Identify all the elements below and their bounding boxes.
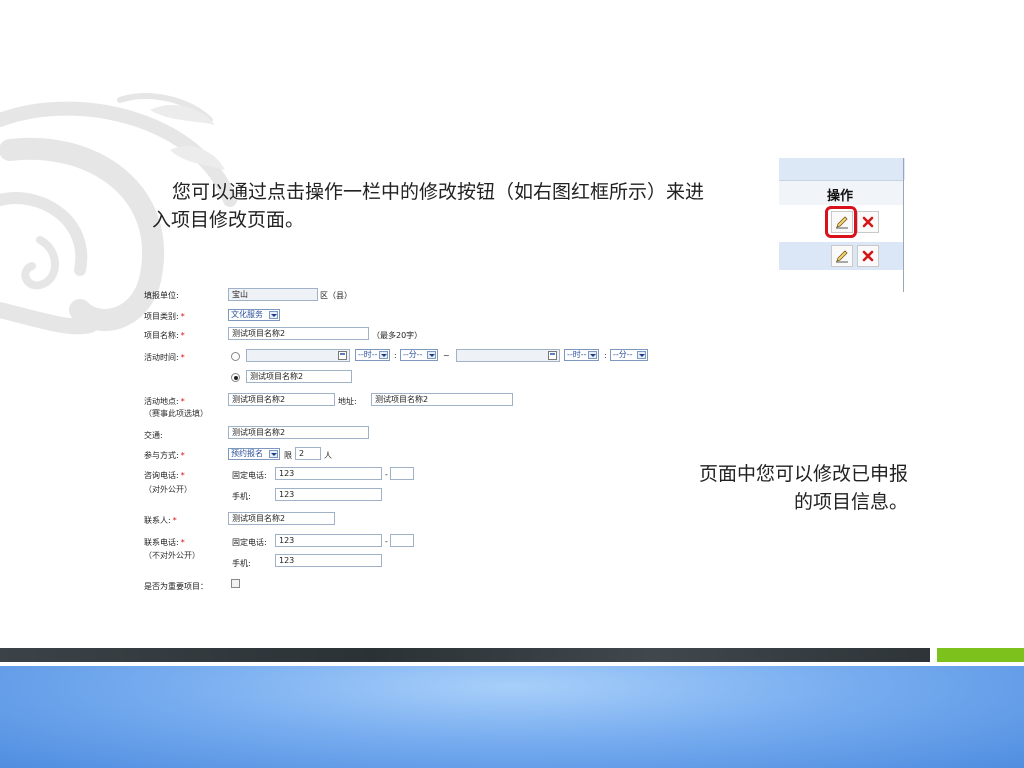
start-hour-select[interactable]: --时--	[355, 349, 390, 361]
red-highlight-frame	[825, 206, 857, 238]
consult-phone-label: 咨询电话: *	[144, 471, 185, 480]
location-note: （赛事此项选填）	[144, 409, 208, 418]
project-name-hint: （最多20字）	[372, 331, 423, 340]
consult-dash: -	[385, 470, 388, 479]
contact-fixed-label: 固定电话:	[232, 538, 267, 547]
operations-column-screenshot: 操作	[779, 158, 905, 292]
contact-mobile-input[interactable]: 123	[275, 554, 382, 567]
chevron-down-icon	[269, 311, 278, 319]
footer-dark-band	[0, 648, 930, 662]
activity-time-label: 活动时间: *	[144, 353, 185, 362]
traffic-input[interactable]: 测试项目名称2	[228, 426, 369, 439]
chevron-down-icon	[269, 450, 278, 458]
start-minute-select[interactable]: --分--	[400, 349, 438, 361]
time-radio-range[interactable]	[231, 352, 240, 361]
join-method-select[interactable]: 预约报名	[228, 448, 280, 460]
contact-phone-note: （不对外公开）	[144, 551, 200, 560]
time-colon: :	[604, 351, 607, 360]
consult-ext-input[interactable]	[390, 467, 414, 480]
column-divider	[903, 158, 904, 292]
project-name-label: 项目名称: *	[144, 331, 185, 340]
operations-header-cell: 操作	[779, 180, 903, 206]
location-label: 活动地点: *	[144, 397, 185, 406]
footer-green-band	[937, 648, 1024, 662]
contact-dash: -	[385, 537, 388, 546]
end-date-input[interactable]	[456, 349, 560, 362]
address-input[interactable]: 测试项目名称2	[371, 393, 513, 406]
calendar-icon[interactable]	[338, 351, 347, 360]
unit-suffix: 区（县）	[320, 291, 352, 300]
contact-fixed-input[interactable]: 123	[275, 534, 382, 547]
chevron-down-icon	[427, 351, 436, 359]
limit-label: 限	[284, 451, 292, 460]
operations-header: 操作	[827, 189, 854, 204]
chevron-down-icon	[588, 351, 597, 359]
intro-text: 您可以通过点击操作一栏中的修改按钮（如右图红框所示）来进入项目修改页面。	[152, 181, 705, 231]
limit-input[interactable]: 2	[295, 447, 321, 460]
time-colon: :	[394, 351, 397, 360]
end-hour-select[interactable]: --时--	[564, 349, 599, 361]
time-radio-text[interactable]	[231, 373, 240, 382]
chevron-down-icon	[379, 351, 388, 359]
contact-mobile-label: 手机:	[232, 559, 251, 568]
calendar-icon[interactable]	[548, 351, 557, 360]
unit-label: 填报单位:	[144, 291, 179, 300]
side-note-text: 页面中您可以修改已申报的项目信息。	[698, 463, 908, 513]
pencil-edit-icon[interactable]	[831, 245, 853, 267]
category-label: 项目类别: *	[144, 312, 185, 321]
location-input[interactable]: 测试项目名称2	[228, 393, 335, 406]
address-label: 地址:	[338, 397, 357, 406]
red-x-delete-icon[interactable]	[857, 245, 879, 267]
traffic-label: 交通:	[144, 431, 163, 440]
contact-ext-input[interactable]	[390, 534, 414, 547]
contact-label: 联系人: *	[144, 516, 177, 525]
footer-blue-panel	[0, 666, 1024, 768]
important-project-label: 是否为重要项目：	[144, 582, 208, 591]
limit-unit: 人	[324, 451, 332, 460]
time-tilde: ~	[443, 351, 450, 360]
contact-phone-label: 联系电话: *	[144, 538, 185, 547]
important-project-checkbox[interactable]	[231, 579, 240, 588]
join-method-label: 参与方式: *	[144, 451, 185, 460]
contact-input[interactable]: 测试项目名称2	[228, 512, 335, 525]
table-top-band	[779, 158, 905, 180]
project-name-input[interactable]: 测试项目名称2	[228, 327, 369, 340]
red-x-delete-icon[interactable]	[857, 211, 879, 233]
consult-fixed-label: 固定电话:	[232, 471, 267, 480]
consult-fixed-input[interactable]: 123	[275, 467, 382, 480]
chevron-down-icon	[637, 351, 646, 359]
consult-mobile-label: 手机:	[232, 492, 251, 501]
start-date-input[interactable]	[246, 349, 350, 362]
table-row	[779, 242, 903, 270]
consult-phone-note: （对外公开）	[144, 485, 192, 494]
consult-mobile-input[interactable]: 123	[275, 488, 382, 501]
category-select[interactable]: 文化服务	[228, 309, 280, 321]
end-minute-select[interactable]: --分--	[610, 349, 648, 361]
project-edit-form: 填报单位: 宝山 区（县） 项目类别: * 文化服务 项目名称: * 测试项目名称2…	[140, 284, 660, 604]
unit-field[interactable]: 宝山	[228, 288, 318, 301]
activity-time-text-input[interactable]: 测试项目名称2	[246, 370, 352, 383]
